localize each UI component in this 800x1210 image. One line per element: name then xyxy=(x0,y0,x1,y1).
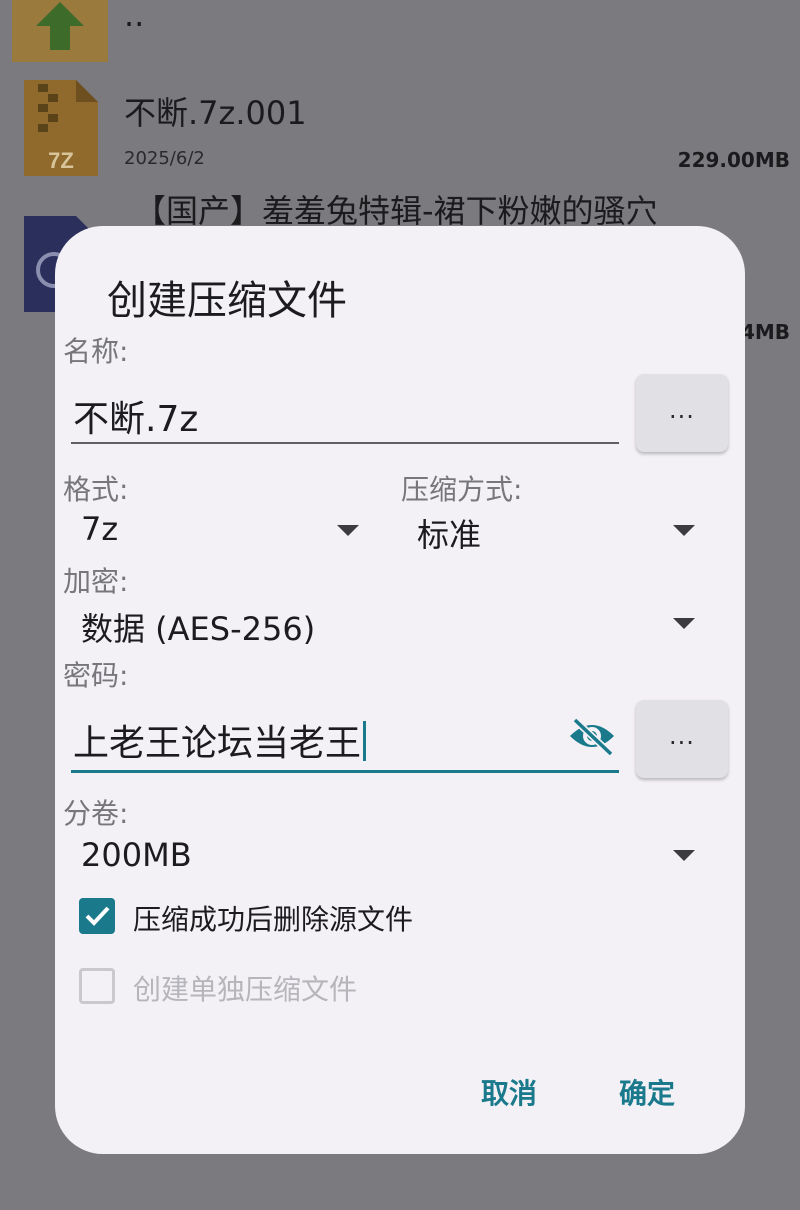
chevron-down-icon[interactable] xyxy=(673,850,695,861)
password-input[interactable]: 上老王论坛当老王 xyxy=(73,714,367,766)
delete-source-label[interactable]: 压缩成功后删除源文件 xyxy=(133,898,413,938)
split-select[interactable]: 200MB xyxy=(81,836,192,874)
method-select[interactable]: 标准 xyxy=(417,510,481,556)
text-cursor xyxy=(363,721,367,761)
eye-off-icon[interactable] xyxy=(567,716,617,760)
separate-archive-label[interactable]: 创建单独压缩文件 xyxy=(133,968,357,1008)
create-archive-dialog: 创建压缩文件 名称: 不断.7z ... 格式: 7z 压缩方式: 标准 加密:… xyxy=(55,226,745,1154)
7z-archive-icon: 7Z xyxy=(24,80,98,180)
browse-name-button[interactable]: ... xyxy=(636,374,728,452)
ok-button[interactable]: 确定 xyxy=(619,1072,675,1112)
check-icon xyxy=(85,906,110,926)
format-select[interactable]: 7z xyxy=(81,510,118,548)
password-label: 密码: xyxy=(63,659,129,692)
file-size: 229.00MB xyxy=(677,148,790,172)
file-list-item-parent[interactable]: .. xyxy=(0,0,800,70)
file-list-item[interactable]: 7Z 不断.7z.001 2025/6/2 229.00MB xyxy=(0,78,800,178)
encrypt-select[interactable]: 数据 (AES-256) xyxy=(81,604,315,650)
file-date: 2025/6/2 xyxy=(124,148,205,169)
folder-up-icon xyxy=(12,0,108,66)
file-name: 不断.7z.001 xyxy=(124,94,307,132)
name-label: 名称: xyxy=(63,335,129,368)
password-text: 上老王论坛当老王 xyxy=(73,723,362,764)
password-input-underline xyxy=(71,770,619,773)
split-label: 分卷: xyxy=(63,797,129,830)
cancel-button[interactable]: 取消 xyxy=(481,1072,537,1112)
password-more-button[interactable]: ... xyxy=(636,700,728,778)
format-label: 格式: xyxy=(63,473,129,506)
file-name: .. xyxy=(124,0,145,34)
chevron-down-icon[interactable] xyxy=(337,525,359,536)
method-label: 压缩方式: xyxy=(401,473,523,506)
chevron-down-icon[interactable] xyxy=(673,618,695,629)
separate-archive-checkbox[interactable] xyxy=(79,968,115,1004)
name-input-underline xyxy=(71,442,619,444)
dialog-title: 创建压缩文件 xyxy=(107,278,347,324)
file-size: 4MB xyxy=(740,320,790,344)
chevron-down-icon[interactable] xyxy=(673,525,695,536)
svg-text:7Z: 7Z xyxy=(48,148,74,173)
name-input[interactable]: 不断.7z xyxy=(73,390,198,442)
delete-source-checkbox[interactable] xyxy=(79,898,115,934)
encrypt-label: 加密: xyxy=(63,565,129,598)
